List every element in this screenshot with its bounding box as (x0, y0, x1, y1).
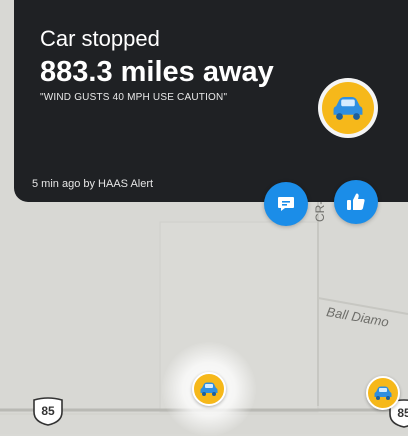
alert-distance: 883.3 miles away (40, 56, 274, 88)
alert-meta: 5 min ago by HAAS Alert (32, 178, 154, 190)
highway-number: 85 (41, 404, 55, 418)
thumbs-up-button[interactable] (334, 180, 378, 224)
map-pin-car-stopped[interactable] (366, 376, 400, 410)
comment-button[interactable] (264, 182, 308, 226)
highway-85-shield: 85 (30, 396, 66, 426)
car-icon (374, 386, 392, 400)
alert-message: "WIND GUSTS 40 MPH USE CAUTION" (40, 92, 228, 103)
car-icon (333, 96, 363, 120)
alert-type-badge (318, 78, 378, 138)
car-icon (200, 382, 218, 396)
map-pin-car-stopped-selected[interactable] (192, 372, 226, 406)
alert-title: Car stopped (40, 26, 160, 51)
comment-icon (278, 197, 294, 211)
thumbs-up-icon (347, 193, 365, 210)
alert-card[interactable]: Car stopped 883.3 miles away "WIND GUSTS… (14, 0, 408, 202)
